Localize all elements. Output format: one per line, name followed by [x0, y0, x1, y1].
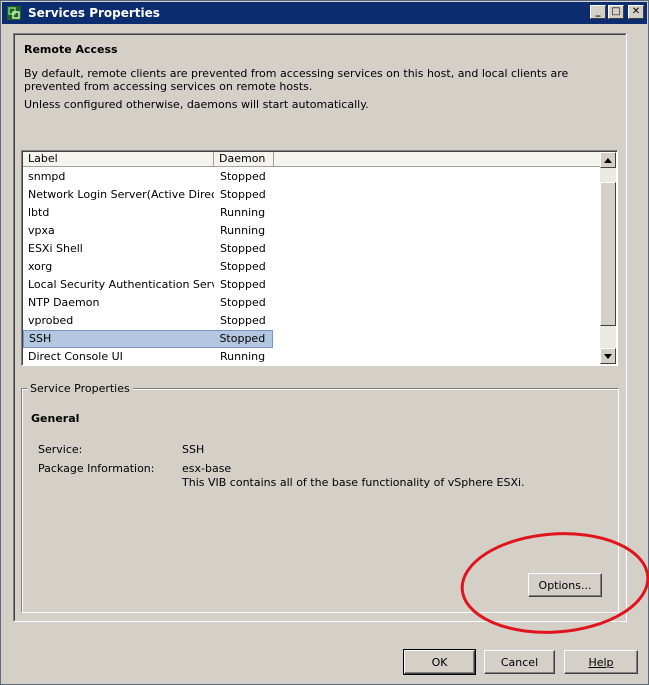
services-list[interactable]: Label Daemon snmpd Stopped Network Login …: [21, 150, 618, 366]
service-label: vpxa: [28, 224, 55, 237]
remote-access-title: Remote Access: [24, 43, 118, 56]
maximize-icon: □: [611, 6, 621, 17]
service-daemon-status: Stopped: [220, 296, 266, 309]
service-label: Local Security Authentication Serv...: [28, 278, 214, 291]
services-properties-window: Services Properties _ □ ✕ Remote Access …: [0, 0, 649, 685]
general-title: General: [31, 412, 80, 425]
options-button[interactable]: Options...: [528, 573, 602, 597]
service-label: NTP Daemon: [28, 296, 100, 309]
scroll-thumb[interactable]: [600, 182, 616, 326]
package-info-label: Package Information:: [38, 462, 155, 475]
ok-button[interactable]: OK: [403, 649, 476, 675]
service-daemon-status: Stopped: [220, 170, 266, 183]
service-label: lbtd: [28, 206, 50, 219]
service-daemon-status: Stopped: [220, 314, 266, 327]
cancel-button-label: Cancel: [500, 655, 539, 669]
scroll-down-button[interactable]: [600, 348, 616, 364]
title-bar[interactable]: Services Properties _ □ ✕: [2, 2, 647, 24]
service-daemon-status: Stopped: [220, 188, 266, 201]
options-button-label: Options...: [538, 578, 592, 592]
close-icon: ✕: [631, 6, 641, 17]
remote-access-description: By default, remote clients are prevented…: [24, 67, 569, 93]
table-row[interactable]: snmpd Stopped: [23, 168, 273, 186]
table-row[interactable]: NTP Daemon Stopped: [23, 294, 273, 312]
window-controls: _ □ ✕: [590, 5, 644, 19]
arrow-down-icon: [604, 353, 612, 359]
minimize-button[interactable]: _: [590, 5, 606, 19]
remote-access-note: Unless configured otherwise, daemons wil…: [24, 98, 369, 111]
table-row[interactable]: Local Security Authentication Serv... Sto…: [23, 276, 273, 294]
column-header-filler: [274, 152, 603, 167]
service-label: ESXi Shell: [28, 242, 83, 255]
help-button[interactable]: Help: [564, 650, 638, 674]
service-daemon-status: Stopped: [220, 242, 266, 255]
service-properties-legend: Service Properties: [27, 382, 133, 395]
services-rows: snmpd Stopped Network Login Server(Active…: [23, 168, 603, 365]
table-row[interactable]: xorg Stopped: [23, 258, 273, 276]
window-title: Services Properties: [28, 6, 160, 20]
service-daemon-status: Stopped: [219, 332, 266, 345]
package-name: esx-base: [182, 462, 232, 475]
package-description: This VIB contains all of the base functi…: [182, 476, 525, 489]
service-daemon-status: Stopped: [220, 260, 266, 273]
table-row[interactable]: vprobed Stopped: [23, 312, 273, 330]
service-label: snmpd: [28, 170, 66, 183]
service-label: SSH: [29, 332, 52, 345]
arrow-up-icon: [604, 157, 612, 163]
scroll-up-button[interactable]: [600, 152, 616, 168]
column-header-daemon[interactable]: Daemon: [214, 152, 274, 167]
help-button-label: Help: [588, 655, 614, 669]
service-label-text: Service:: [38, 443, 83, 456]
table-row[interactable]: lbtd Running: [23, 204, 273, 222]
minimize-icon: _: [595, 6, 601, 17]
service-daemon-status: Running: [220, 350, 266, 363]
service-daemon-status: Running: [220, 206, 266, 219]
services-list-scrollbar[interactable]: [600, 152, 616, 364]
service-value: SSH: [182, 443, 205, 456]
table-row-selected[interactable]: SSH Stopped: [23, 330, 273, 348]
service-daemon-status: Running: [220, 224, 266, 237]
maximize-button[interactable]: □: [608, 5, 624, 19]
vsphere-app-icon: [6, 5, 22, 21]
service-label: Direct Console UI: [28, 350, 123, 363]
ok-button-label: OK: [431, 655, 448, 669]
table-row[interactable]: vpxa Running: [23, 222, 273, 240]
service-label: xorg: [28, 260, 53, 273]
table-row[interactable]: ESXi Shell Stopped: [23, 240, 273, 258]
cancel-button[interactable]: Cancel: [484, 650, 555, 674]
service-label: Network Login Server(Active Direc...: [28, 188, 214, 201]
column-header-label[interactable]: Label: [23, 152, 214, 167]
service-daemon-status: Stopped: [220, 278, 266, 291]
table-row[interactable]: Direct Console UI Running: [23, 348, 273, 365]
close-button[interactable]: ✕: [628, 5, 644, 19]
table-row[interactable]: Network Login Server(Active Direc... Stop…: [23, 186, 273, 204]
services-list-header: Label Daemon: [23, 152, 603, 167]
service-label: vprobed: [28, 314, 74, 327]
